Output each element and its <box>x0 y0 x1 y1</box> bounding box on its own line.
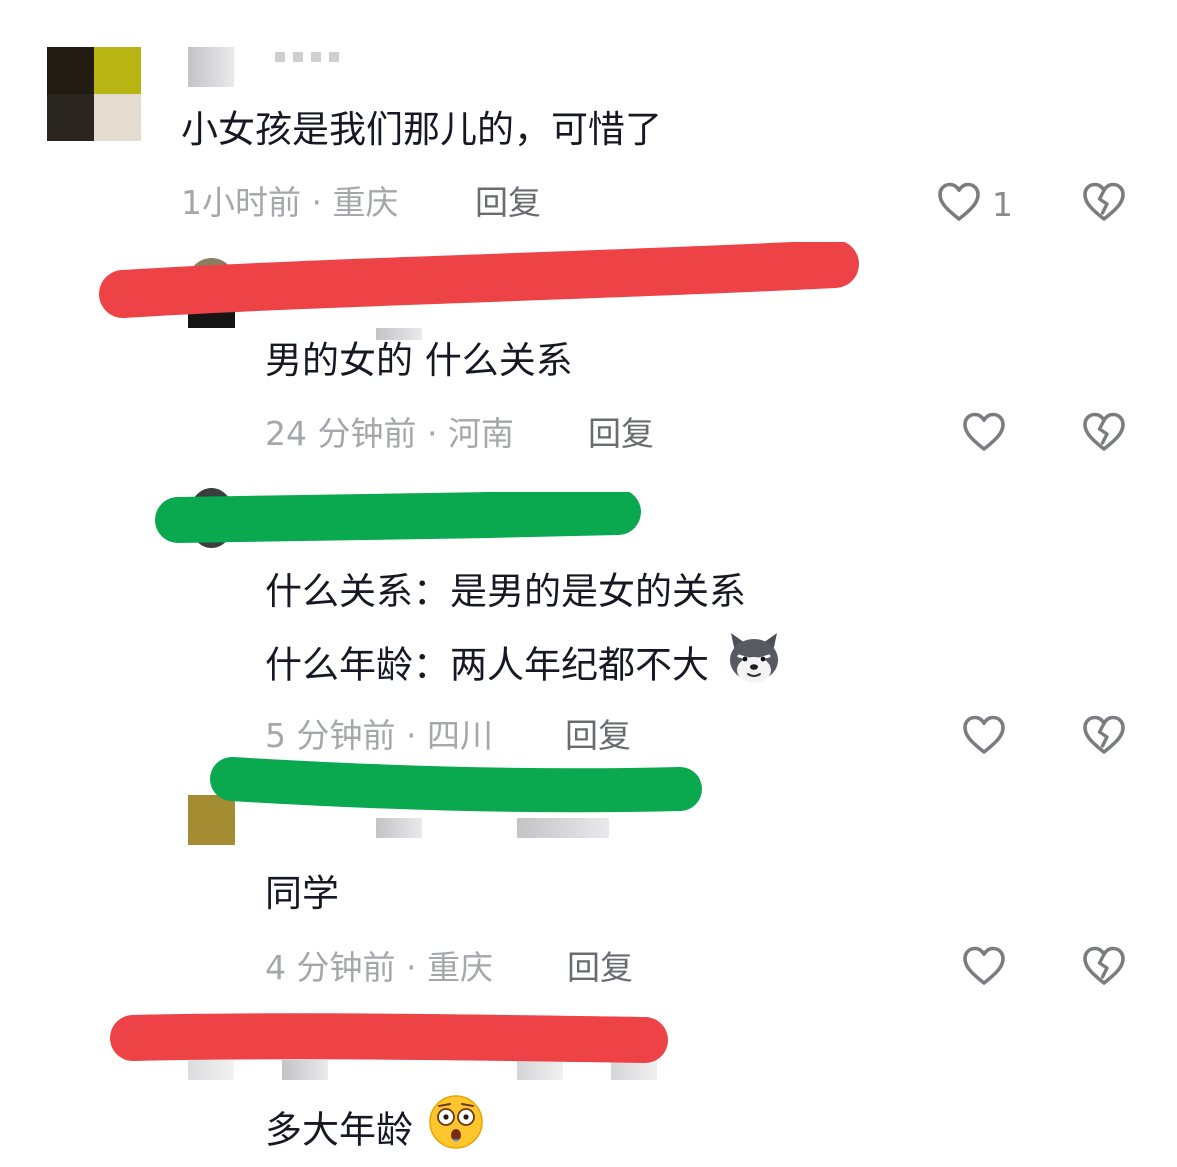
username-redacted[interactable] <box>376 818 422 838</box>
heart-outline-icon[interactable] <box>960 711 1008 759</box>
like-count: 1 <box>992 185 1013 224</box>
meta-separator: · <box>406 948 417 987</box>
reply-button[interactable]: 回复 <box>565 719 631 752</box>
comment-text-content: 多大年龄 <box>265 1108 413 1152</box>
broken-heart-icon[interactable] <box>1080 178 1128 226</box>
broken-heart-icon[interactable] <box>1080 942 1128 990</box>
comment-location: 河南 <box>447 414 514 453</box>
comment-meta: 1小时前 · 重庆 <box>181 186 399 219</box>
shocked-emoji <box>427 1093 485 1157</box>
husky-emoji <box>725 630 783 692</box>
comment-text-line-2-content: 什么年龄：两人年纪都不大 <box>265 643 709 687</box>
avatar[interactable] <box>47 47 141 141</box>
comment-location: 重庆 <box>427 948 493 987</box>
username-redacted[interactable] <box>517 1060 563 1080</box>
meta-separator: · <box>406 716 417 755</box>
comment-meta: 5 分钟前 · 四川 <box>265 719 493 752</box>
redaction-scribble <box>110 1013 668 1063</box>
username-redacted[interactable] <box>188 1060 234 1080</box>
comment-text: 男的女的 什么关系 <box>265 339 573 382</box>
redaction-scribble <box>210 757 702 813</box>
comment-time: 4 分钟前 <box>265 948 396 987</box>
avatar[interactable] <box>188 795 235 845</box>
comment-text: 同学 <box>265 872 339 915</box>
reply-button[interactable]: 回复 <box>567 951 633 984</box>
comment-time: 5 分钟前 <box>265 716 396 755</box>
avatar[interactable] <box>188 258 235 328</box>
broken-heart-icon[interactable] <box>1080 711 1128 759</box>
avatar[interactable] <box>188 488 235 548</box>
comment-time: 1小时前 <box>181 183 301 222</box>
broken-heart-icon[interactable] <box>1080 408 1128 456</box>
heart-outline-icon[interactable] <box>935 178 983 226</box>
comment-meta: 4 分钟前 · 重庆 <box>265 951 493 984</box>
reply-button[interactable]: 回复 <box>475 186 541 219</box>
comment-text-line-1: 什么关系：是男的是女的关系 <box>265 570 746 613</box>
comment-meta: 24 分钟前 · 河南 <box>265 417 514 450</box>
meta-separator: · <box>426 414 438 453</box>
comment-text: 小女孩是我们那儿的，可惜了 <box>181 108 662 151</box>
username-redacted[interactable] <box>517 818 609 838</box>
reply-button[interactable]: 回复 <box>588 417 654 450</box>
heart-outline-icon[interactable] <box>960 942 1008 990</box>
username-redacted[interactable] <box>282 1060 328 1080</box>
comment-text-line-2: 什么年龄：两人年纪都不大 <box>265 633 783 692</box>
username-redacted[interactable] <box>611 1060 657 1080</box>
username-redacted[interactable] <box>188 47 234 87</box>
heart-outline-icon[interactable] <box>960 408 1008 456</box>
comment-text: 多大年龄 <box>265 1095 485 1157</box>
meta-separator: · <box>311 183 323 222</box>
comment-location: 重庆 <box>332 183 399 222</box>
comment-location: 四川 <box>427 716 493 755</box>
comment-time: 24 分钟前 <box>265 414 417 453</box>
username-fragment <box>275 52 345 62</box>
